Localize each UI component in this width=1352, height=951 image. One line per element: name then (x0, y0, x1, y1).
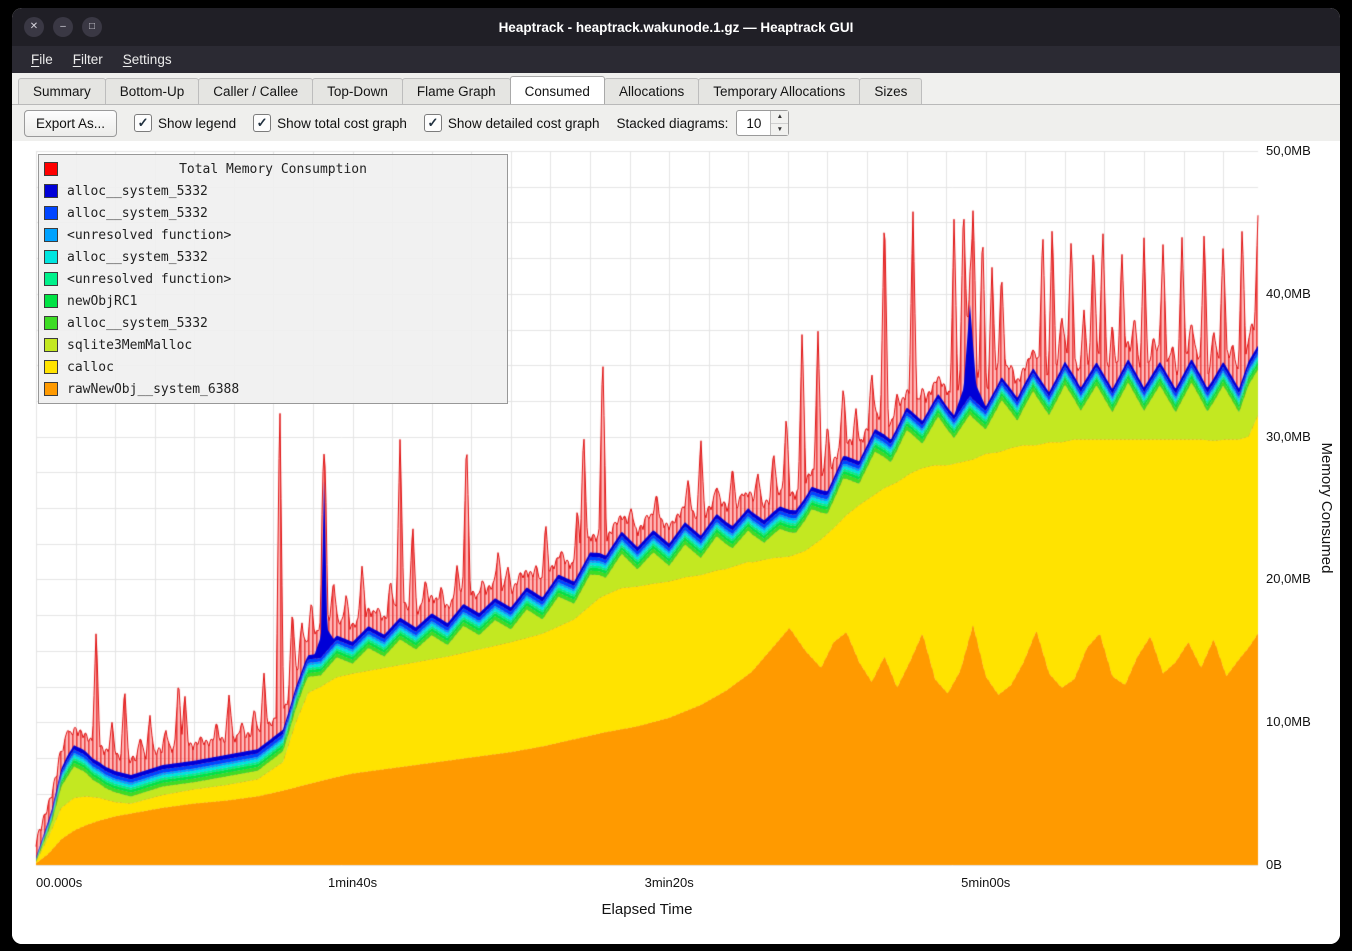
minimize-button-icon[interactable]: – (53, 17, 73, 37)
legend-swatch (44, 294, 58, 308)
legend-title: Total Memory Consumption (179, 162, 367, 177)
legend-label: rawNewObj__system_6388 (67, 382, 239, 397)
legend-item: calloc (39, 356, 507, 378)
legend-swatch (44, 338, 58, 352)
y-tick-label: 40,0MB (1266, 286, 1311, 301)
legend-label: newObjRC1 (67, 294, 137, 309)
legend-item: <unresolved function> (39, 224, 507, 246)
legend-swatch (44, 272, 58, 286)
checkbox-icon: ✓ (253, 114, 271, 132)
menu-filter[interactable]: Filter (64, 49, 112, 70)
legend-item: alloc__system_5332 (39, 180, 507, 202)
checkbox-icon: ✓ (424, 114, 442, 132)
legend-label: alloc__system_5332 (67, 250, 208, 265)
legend-item: alloc__system_5332 (39, 312, 507, 334)
legend-item: <unresolved function> (39, 268, 507, 290)
maximize-button-icon[interactable]: □ (82, 17, 102, 37)
chart-legend: Total Memory Consumption alloc__system_53… (38, 154, 508, 404)
legend-label: <unresolved function> (67, 272, 231, 287)
stacked-diagrams-label: Stacked diagrams: (617, 116, 729, 131)
toolbar-checkboxes: ✓ Show legend ✓ Show total cost graph ✓ Show … (134, 114, 600, 132)
chart-area: Total Memory Consumption alloc__system_53… (12, 141, 1340, 944)
x-tick-label: 1min40s (328, 875, 377, 890)
title-bar[interactable]: ✕–□ Heaptrack - heaptrack.wakunode.1.gz … (12, 8, 1340, 46)
checkbox-show-legend[interactable]: ✓ Show legend (134, 114, 236, 132)
legend-swatch (44, 184, 58, 198)
tab-consumed[interactable]: Consumed (510, 76, 605, 104)
checkbox-icon: ✓ (134, 114, 152, 132)
legend-label: alloc__system_5332 (67, 184, 208, 199)
legend-swatch (44, 360, 58, 374)
legend-label: alloc__system_5332 (67, 206, 208, 221)
tab-bottom-up[interactable]: Bottom-Up (105, 78, 200, 104)
spin-down-icon[interactable]: ▼ (771, 124, 788, 136)
y-tick-label: 30,0MB (1266, 429, 1311, 444)
checkbox-show-total-cost-graph[interactable]: ✓ Show total cost graph (253, 114, 407, 132)
tab-summary[interactable]: Summary (18, 78, 106, 104)
y-tick-label: 50,0MB (1266, 143, 1311, 158)
close-button-icon[interactable]: ✕ (24, 17, 44, 37)
legend-swatch (44, 228, 58, 242)
tab-temporary-allocations[interactable]: Temporary Allocations (698, 78, 860, 104)
x-tick-label: 3min20s (645, 875, 694, 890)
stacked-diagrams-spinbox[interactable]: 10 ▲▼ (736, 110, 789, 136)
y-axis-label: Memory Consumed (1318, 443, 1335, 574)
x-tick-label: 5min00s (961, 875, 1010, 890)
legend-label: <unresolved function> (67, 228, 231, 243)
tab-top-down[interactable]: Top-Down (312, 78, 403, 104)
tab-bar: SummaryBottom-UpCaller / CalleeTop-DownF… (12, 73, 1340, 105)
window-title: Heaptrack - heaptrack.wakunode.1.gz — He… (12, 20, 1340, 35)
x-tick-label: 00.000s (36, 875, 82, 890)
spin-buttons: ▲▼ (770, 111, 788, 135)
x-axis-label: Elapsed Time (602, 901, 693, 918)
checkbox-label: Show total cost graph (277, 116, 407, 131)
menu-settings[interactable]: Settings (114, 49, 181, 70)
legend-item: sqlite3MemMalloc (39, 334, 507, 356)
menu-file[interactable]: File (22, 49, 62, 70)
spinbox-value[interactable]: 10 (737, 111, 770, 135)
window-controls: ✕–□ (24, 17, 102, 37)
legend-item: newObjRC1 (39, 290, 507, 312)
y-tick-label: 20,0MB (1266, 571, 1311, 586)
y-tick-label: 10,0MB (1266, 714, 1311, 729)
legend-item: alloc__system_5332 (39, 246, 507, 268)
checkbox-label: Show legend (158, 116, 236, 131)
legend-swatch (44, 316, 58, 330)
app-window: ✕–□ Heaptrack - heaptrack.wakunode.1.gz … (12, 8, 1340, 944)
y-tick-label: 0B (1266, 857, 1282, 872)
legend-label: sqlite3MemMalloc (67, 338, 192, 353)
tab-flame-graph[interactable]: Flame Graph (402, 78, 511, 104)
legend-swatch (44, 250, 58, 264)
legend-swatch (44, 162, 58, 176)
legend-item: rawNewObj__system_6388 (39, 378, 507, 400)
legend-title-row: Total Memory Consumption (39, 158, 507, 180)
menu-bar: FileFilterSettings (12, 46, 1340, 73)
tab-allocations[interactable]: Allocations (604, 78, 699, 104)
toolbar: Export As... ✓ Show legend ✓ Show total cos… (12, 105, 1340, 141)
tab-sizes[interactable]: Sizes (859, 78, 922, 104)
spin-up-icon[interactable]: ▲ (771, 111, 788, 124)
legend-label: calloc (67, 360, 114, 375)
legend-item: alloc__system_5332 (39, 202, 507, 224)
tab-caller-callee[interactable]: Caller / Callee (198, 78, 313, 104)
checkbox-label: Show detailed cost graph (448, 116, 600, 131)
export-as-button[interactable]: Export As... (24, 110, 117, 137)
legend-swatch (44, 206, 58, 220)
legend-swatch (44, 382, 58, 396)
checkbox-show-detailed-cost-graph[interactable]: ✓ Show detailed cost graph (424, 114, 600, 132)
legend-label: alloc__system_5332 (67, 316, 208, 331)
